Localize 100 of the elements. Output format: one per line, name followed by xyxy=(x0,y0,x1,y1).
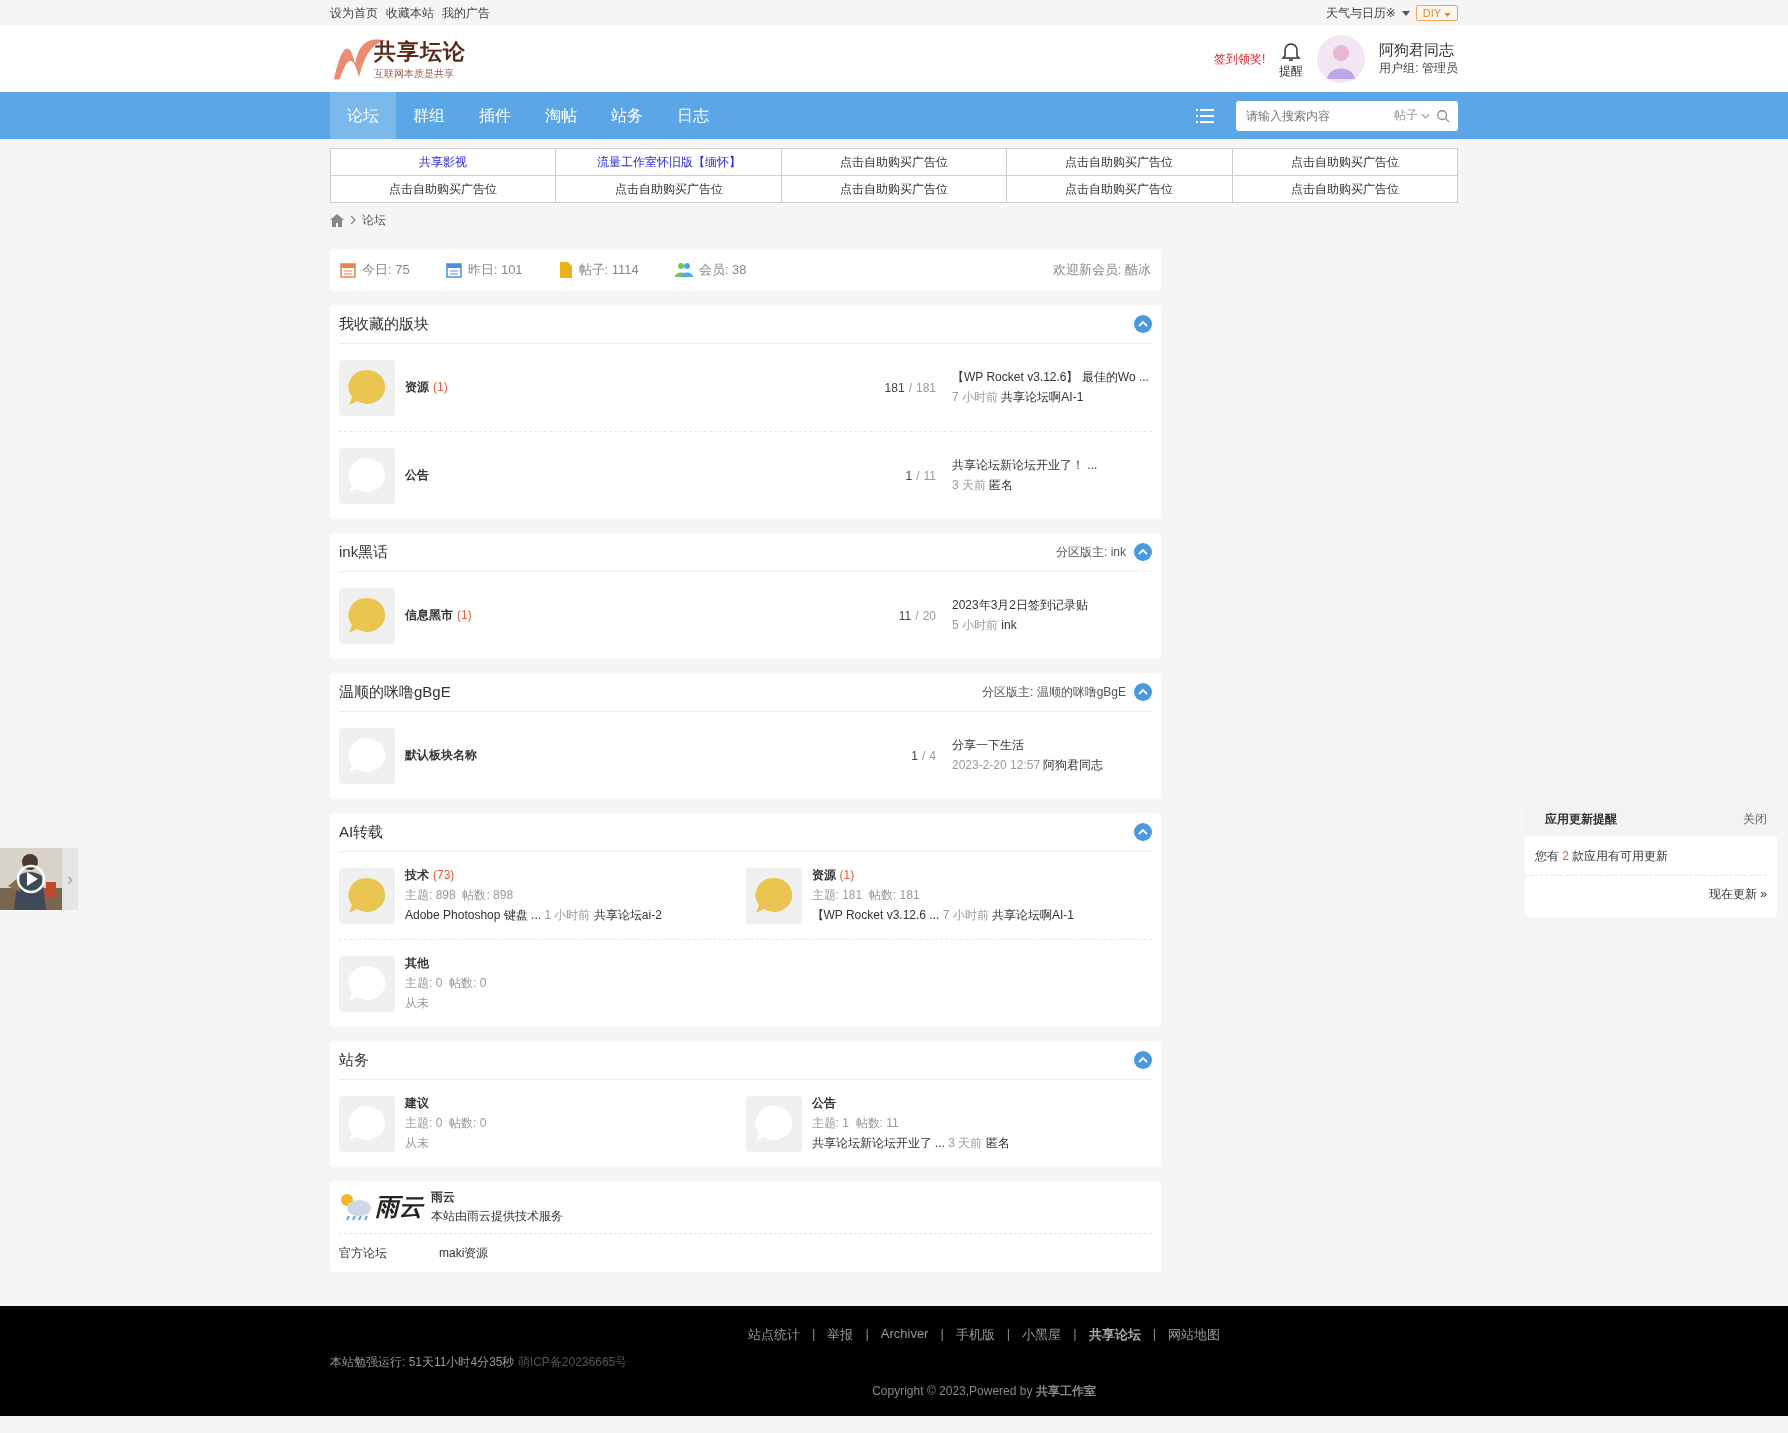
ad-slot[interactable]: 点击自助购买广告位 xyxy=(1007,149,1233,176)
separator: | xyxy=(812,1326,816,1343)
thread-count: 11 xyxy=(898,608,912,623)
last-post-link[interactable]: 【WP Rocket v3.12.6 ... xyxy=(811,908,940,922)
new-posts-bubble-icon[interactable] xyxy=(339,867,395,924)
separator: | xyxy=(1152,1326,1156,1343)
user-group: 用户组: 管理员 xyxy=(1379,60,1458,77)
collapse-icon[interactable] xyxy=(1134,823,1152,841)
footer-link[interactable]: 站点统计 xyxy=(748,1326,800,1344)
last-post-user[interactable]: 阿狗君同志 xyxy=(1043,758,1104,772)
collapse-icon[interactable] xyxy=(1134,315,1152,333)
close-link[interactable]: 关闭 xyxy=(1743,811,1767,828)
home-icon[interactable] xyxy=(330,213,344,227)
moderator-text: 分区版主: ink xyxy=(1056,543,1126,561)
breadcrumb-link[interactable]: 论坛 xyxy=(362,211,386,229)
footer-link[interactable]: 小黑屋 xyxy=(1022,1326,1062,1344)
search-icon[interactable] xyxy=(1436,108,1450,123)
forum-name[interactable]: 公告 xyxy=(405,468,429,482)
friend-link[interactable]: maki资源 xyxy=(439,1244,489,1262)
friend-link[interactable]: 官方论坛 xyxy=(339,1244,387,1262)
last-post-user[interactable]: ink xyxy=(1001,618,1017,632)
forum-name[interactable]: 建议 xyxy=(405,1096,429,1110)
ad-slot[interactable]: 点击自助购买广告位 xyxy=(1232,149,1458,176)
ad-slot[interactable]: 流量工作室怀旧版【缅怀】 xyxy=(556,149,782,176)
section-title[interactable]: AI转载 xyxy=(339,822,384,842)
footer-link[interactable]: 举报 xyxy=(827,1326,854,1344)
last-post-link[interactable]: Adobe Photoshop 键盘 ... xyxy=(405,908,542,922)
weather-link[interactable]: 天气与日历※ xyxy=(1325,4,1396,22)
notification-label[interactable]: 提醒 xyxy=(1279,62,1304,80)
top-link[interactable]: 我的广告 xyxy=(442,4,490,22)
ad-slot[interactable]: 点击自助购买广告位 xyxy=(331,176,557,203)
partner-logo[interactable]: 雨云 xyxy=(339,1191,423,1223)
ad-slot[interactable]: 点击自助购买广告位 xyxy=(781,176,1008,203)
last-post-link[interactable]: 【WP Rocket v3.12.6】 最佳的Wo ... xyxy=(952,369,1152,386)
last-post-user[interactable]: 共享论坛啊AI-1 xyxy=(992,908,1075,922)
new-posts-bubble-icon[interactable] xyxy=(339,587,395,644)
last-post-time: 3 天前 xyxy=(952,478,986,492)
collapse-icon[interactable] xyxy=(1134,1051,1152,1069)
last-post-never: 从未 xyxy=(405,1136,429,1150)
ad-slot[interactable]: 点击自助购买广告位 xyxy=(1232,176,1458,203)
collapse-icon[interactable] xyxy=(1134,683,1152,701)
last-post-link[interactable]: 共享论坛新论坛开业了！ ... xyxy=(952,457,1152,474)
ad-slot[interactable]: 点击自助购买广告位 xyxy=(556,176,782,203)
post-count: 帖数: 11 xyxy=(855,1116,899,1130)
post-count: 4 xyxy=(929,748,936,763)
post-count: 帖数: 0 xyxy=(449,1116,487,1130)
forum-name[interactable]: 技术 xyxy=(405,868,429,882)
section-title[interactable]: 我收藏的版块 xyxy=(339,314,429,334)
calendar-icon xyxy=(340,262,356,278)
last-post-user[interactable]: 匿名 xyxy=(985,1136,1010,1150)
topic-count: 主题: 0 xyxy=(405,976,443,990)
forum-name[interactable]: 默认板块名称 xyxy=(405,748,477,762)
post-count: 帖数: 0 xyxy=(449,976,487,990)
last-post-time: 7 小时前 xyxy=(952,390,998,404)
thread-count: 181 xyxy=(884,380,905,395)
copyright-text: Copyright © 2023,Powered by 共享工作室 xyxy=(872,1384,1096,1398)
forum-name[interactable]: 公告 xyxy=(811,1096,836,1110)
count-separator: / xyxy=(916,468,920,483)
last-post-user[interactable]: 匿名 xyxy=(989,478,1014,492)
new-posts-bubble-icon[interactable] xyxy=(745,867,802,924)
update-now-link[interactable]: 现在更新 » xyxy=(1709,887,1767,901)
menu-icon[interactable] xyxy=(1196,108,1214,123)
ad-slot[interactable]: 共享影视 xyxy=(331,149,557,176)
document-icon xyxy=(558,262,573,278)
topic-count: 主题: 0 xyxy=(405,1116,443,1130)
user-name[interactable]: 阿狗君同志 xyxy=(1379,41,1458,60)
footer-link[interactable]: 共享论坛 xyxy=(1088,1326,1141,1344)
collapse-icon[interactable] xyxy=(1134,543,1152,561)
new-count: (73) xyxy=(433,868,455,882)
section-title[interactable]: 温顺的咪噜gBgE xyxy=(339,682,451,702)
logo[interactable]: 共享坛论 互联网本质是共享 xyxy=(330,34,470,84)
footer-link[interactable]: Archiver xyxy=(880,1326,929,1344)
ad-slot[interactable]: 点击自助购买广告位 xyxy=(1007,176,1233,203)
forum-name[interactable]: 信息黑市 xyxy=(405,608,453,622)
checkin-link[interactable]: 签到领奖! xyxy=(1214,50,1266,68)
last-post-never: 从未 xyxy=(405,996,429,1010)
ad-slot[interactable]: 点击自助购买广告位 xyxy=(781,149,1008,176)
caret-icon[interactable] xyxy=(1401,10,1410,16)
top-link[interactable]: 收藏本站 xyxy=(386,4,434,22)
post-count: 帖数: 181 xyxy=(868,888,920,902)
section-title[interactable]: 站务 xyxy=(339,1050,369,1070)
partner-name[interactable]: 雨云 xyxy=(431,1189,563,1206)
last-post-link[interactable]: 2023年3月2日签到记录贴 xyxy=(952,597,1152,614)
stat-label: 帖子: 1114 xyxy=(578,261,639,279)
new-posts-bubble-icon[interactable] xyxy=(339,359,395,416)
last-post-user[interactable]: 共享论坛啊AI-1 xyxy=(1001,390,1084,404)
users-icon xyxy=(674,262,693,278)
top-link[interactable]: 设为首页 xyxy=(330,4,378,22)
forum-name[interactable]: 资源 xyxy=(811,868,836,882)
last-post-link[interactable]: 共享论坛新论坛开业了 ... xyxy=(811,1136,945,1150)
last-post-user[interactable]: 共享论坛ai-2 xyxy=(593,908,662,922)
avatar[interactable] xyxy=(1317,35,1366,83)
forum-name[interactable]: 资源 xyxy=(405,380,429,394)
separator: | xyxy=(1006,1326,1011,1343)
forum-name[interactable]: 其他 xyxy=(405,956,429,970)
section-title[interactable]: ink黑话 xyxy=(339,542,389,562)
last-post-link[interactable]: 分享一下生活 xyxy=(952,737,1152,754)
footer-link[interactable]: 网站地图 xyxy=(1168,1326,1220,1344)
new-count: (1) xyxy=(839,868,855,882)
footer-link[interactable]: 手机版 xyxy=(955,1326,995,1344)
